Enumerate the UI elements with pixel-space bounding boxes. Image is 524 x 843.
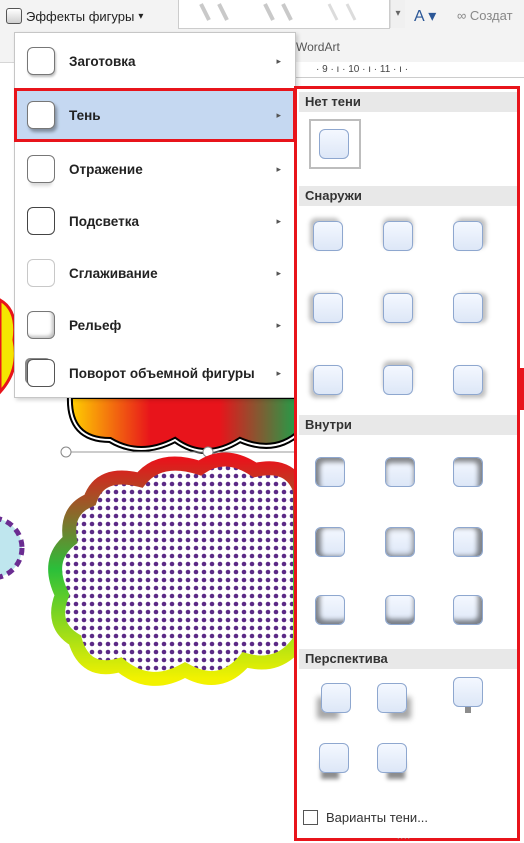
shape-effects-label: Эффекты фигуры bbox=[26, 8, 135, 24]
soft-edges-icon bbox=[27, 259, 55, 287]
shadow-perspective-swatch[interactable] bbox=[453, 677, 483, 707]
resize-handle[interactable] bbox=[60, 446, 72, 458]
horizontal-ruler: · 9 · ı · 10 · ı · 11 · ı · bbox=[292, 62, 524, 78]
shadow-options-item[interactable]: Варианты тени... bbox=[303, 810, 428, 825]
shadow-inner-swatch[interactable] bbox=[453, 527, 483, 557]
shadow-outer-swatch[interactable] bbox=[453, 365, 483, 395]
chevron-right-icon: ▸ bbox=[276, 367, 281, 378]
shadow-outer-swatch[interactable] bbox=[453, 293, 483, 323]
section-header-perspective: Перспектива bbox=[299, 649, 517, 669]
menu-item-soft-edges[interactable]: Сглаживание ▸ bbox=[15, 247, 295, 299]
resize-grip[interactable]: .... bbox=[397, 831, 411, 841]
chevron-down-icon: ▾ bbox=[138, 10, 144, 22]
shadow-inner-swatch[interactable] bbox=[453, 595, 483, 625]
chevron-right-icon: ▸ bbox=[276, 109, 281, 120]
menu-item-3d-rotation[interactable]: Поворот объемной фигуры ▸ bbox=[15, 347, 295, 399]
wordart-style-gallery[interactable] bbox=[178, 0, 390, 29]
shape-fragment bbox=[520, 368, 524, 410]
chevron-right-icon: ▸ bbox=[276, 163, 281, 174]
menu-item-label: Подсветка bbox=[69, 213, 139, 229]
no-shadow-swatch[interactable] bbox=[319, 129, 349, 159]
menu-item-label: Тень bbox=[69, 107, 101, 123]
shadow-outer-swatch[interactable] bbox=[383, 365, 413, 395]
menu-item-shadow[interactable]: Тень ▸ bbox=[14, 88, 296, 142]
menu-item-glow[interactable]: Подсветка ▸ bbox=[15, 195, 295, 247]
create-link-label: Создат bbox=[469, 8, 513, 23]
shadow-inner-swatch[interactable] bbox=[315, 595, 345, 625]
shadow-perspective-swatch[interactable] bbox=[321, 683, 351, 713]
menu-item-preset[interactable]: Заготовка ▸ bbox=[15, 35, 295, 87]
shadow-outer-swatch[interactable] bbox=[453, 221, 483, 251]
3d-rotation-icon bbox=[27, 359, 55, 387]
menu-item-label: Поворот объемной фигуры bbox=[69, 365, 255, 381]
shadow-inner-swatch[interactable] bbox=[385, 457, 415, 487]
gradient-cloud-shape[interactable] bbox=[66, 393, 303, 454]
patterned-cloud-shape[interactable] bbox=[48, 452, 307, 686]
menu-item-label: Рельеф bbox=[69, 317, 122, 333]
shadow-perspective-swatch[interactable] bbox=[319, 743, 349, 773]
menu-item-reflection[interactable]: Отражение ▸ bbox=[15, 143, 295, 195]
section-header-no-shadow: Нет тени bbox=[299, 92, 517, 112]
shadow-inner-swatch[interactable] bbox=[453, 457, 483, 487]
menu-item-bevel[interactable]: Рельеф ▸ bbox=[15, 299, 295, 351]
shadow-outer-swatch[interactable] bbox=[313, 221, 343, 251]
shadow-outer-swatch[interactable] bbox=[313, 365, 343, 395]
menu-item-label: Сглаживание bbox=[69, 265, 158, 281]
section-header-inner: Внутри bbox=[299, 415, 517, 435]
shadow-inner-swatch[interactable] bbox=[385, 595, 415, 625]
chevron-right-icon: ▸ bbox=[276, 215, 281, 226]
section-header-outer: Снаружи bbox=[299, 186, 517, 206]
reflection-icon bbox=[27, 155, 55, 183]
shadow-outer-swatch[interactable] bbox=[383, 221, 413, 251]
shadow-outer-swatch[interactable] bbox=[383, 293, 413, 323]
glow-icon bbox=[27, 207, 55, 235]
link-icon: ∞ bbox=[457, 8, 470, 23]
shadow-gallery: Нет тени Снаружи Внутри Перспектива Вари… bbox=[294, 86, 520, 841]
chevron-right-icon: ▸ bbox=[276, 319, 281, 330]
shadow-perspective-swatch[interactable] bbox=[377, 683, 407, 713]
wordart-samples-icon bbox=[199, 3, 357, 21]
chevron-right-icon: ▸ bbox=[276, 267, 281, 278]
preset-icon bbox=[27, 47, 55, 75]
shape-effects-button[interactable]: Эффекты фигуры ▾ bbox=[6, 4, 143, 28]
create-link-button[interactable]: ∞ Создат bbox=[457, 8, 513, 23]
gallery-scroll-button[interactable]: ▾ bbox=[390, 0, 405, 28]
dashed-circle-shape[interactable] bbox=[0, 516, 25, 580]
text-fill-button[interactable]: A ▾ bbox=[414, 6, 436, 26]
shadow-inner-swatch[interactable] bbox=[315, 527, 345, 557]
shadow-outer-swatch[interactable] bbox=[313, 293, 343, 323]
chevron-right-icon: ▸ bbox=[276, 55, 281, 66]
shape-effects-menu: Заготовка ▸ Тень ▸ Отражение ▸ Подсветка… bbox=[14, 32, 296, 398]
bevel-icon bbox=[27, 311, 55, 339]
menu-item-label: Заготовка bbox=[69, 53, 136, 69]
shadow-options-icon bbox=[303, 810, 318, 825]
shadow-icon bbox=[27, 101, 55, 129]
menu-item-label: Отражение bbox=[69, 161, 143, 177]
shadow-options-label: Варианты тени... bbox=[326, 810, 429, 825]
shadow-inner-swatch[interactable] bbox=[315, 457, 345, 487]
shadow-inner-swatch[interactable] bbox=[385, 527, 415, 557]
wordart-group-label: WordArt bbox=[296, 40, 340, 54]
shadow-perspective-swatch[interactable] bbox=[377, 743, 407, 773]
shape-effects-icon bbox=[6, 8, 22, 24]
